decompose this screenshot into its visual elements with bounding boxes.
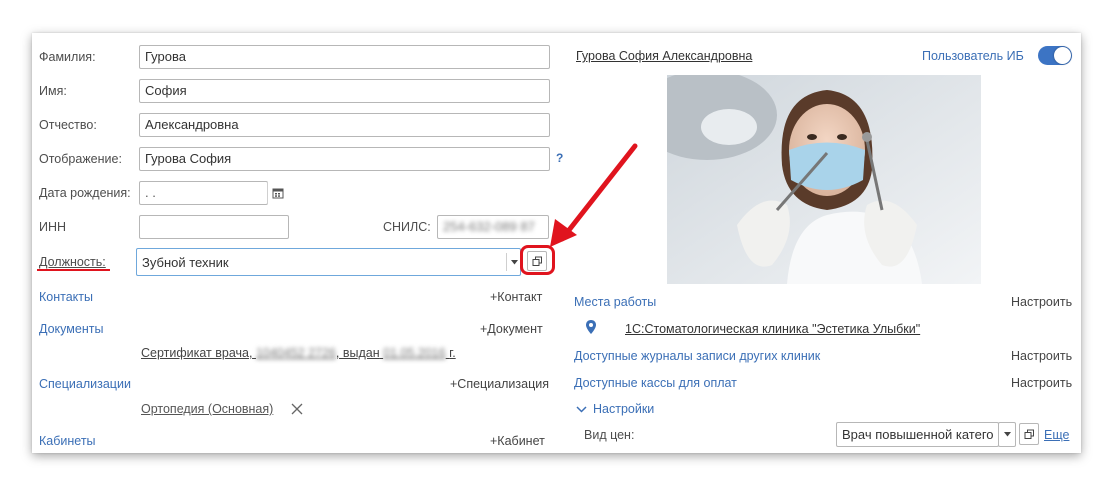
employee-photo (667, 75, 981, 284)
surname-label: Фамилия: (39, 50, 96, 64)
cabinets-section-link[interactable]: Кабинеты (39, 434, 96, 448)
clinic-link[interactable]: 1С:Стоматологическая клиника "Эстетика У… (625, 322, 920, 336)
document-issued-text: , выдан (335, 346, 380, 360)
price-type-dropdown-button[interactable] (998, 422, 1016, 447)
inn-field[interactable] (139, 215, 289, 239)
calendar-icon (272, 188, 283, 199)
open-price-type-button[interactable] (1019, 423, 1039, 445)
name-field[interactable]: София (139, 79, 550, 103)
annotation-arrow-icon (550, 143, 638, 247)
snils-label: СНИЛС: (383, 220, 431, 234)
position-field[interactable]: Зубной техник (136, 248, 521, 276)
birth-date-field[interactable]: . . (139, 181, 268, 205)
employee-form-panel: Фамилия: Гурова Имя: София Отчество: Але… (32, 33, 1081, 453)
ib-user-toggle[interactable] (1038, 46, 1072, 65)
cashboxes-section-link[interactable]: Доступные кассы для оплат (574, 376, 737, 390)
workplaces-configure-button[interactable]: Настроить (1011, 295, 1072, 309)
journals-configure-button[interactable]: Настроить (1011, 349, 1072, 363)
position-label[interactable]: Должность: (39, 255, 106, 269)
add-cabinet-button[interactable]: +Кабинет (490, 434, 545, 448)
surname-field[interactable]: Гурова (139, 45, 550, 69)
display-name-field[interactable]: Гурова София (139, 147, 550, 171)
add-specialization-button[interactable]: +Специализация (450, 377, 549, 391)
chevron-down-icon (576, 405, 587, 413)
workplaces-section-link[interactable]: Места работы (574, 295, 656, 309)
patronymic-field[interactable]: Александровна (139, 113, 550, 137)
employee-full-name-link[interactable]: Гурова София Александровна (576, 49, 752, 63)
snils-value: 254-632-089 87 (443, 219, 535, 234)
documents-section-link[interactable]: Документы (39, 322, 103, 336)
document-date: 01.05.2016 (383, 346, 446, 360)
cashboxes-configure-button[interactable]: Настроить (1011, 376, 1072, 390)
birth-date-label: Дата рождения: (39, 186, 131, 200)
ib-user-label[interactable]: Пользователь ИБ (922, 49, 1024, 63)
inn-label: ИНН (39, 220, 67, 234)
birth-date-value: . . (145, 185, 156, 200)
journals-section-link[interactable]: Доступные журналы записи других клиник (574, 349, 820, 363)
more-link[interactable]: Еще (1044, 428, 1069, 442)
chevron-down-icon (1003, 432, 1011, 437)
document-number: 1040452 2726 (255, 346, 336, 360)
patronymic-label: Отчество: (39, 118, 97, 132)
document-year-suffix: г. (449, 346, 456, 360)
open-window-icon (1024, 429, 1034, 439)
display-name-label: Отображение: (39, 152, 122, 166)
price-type-field[interactable]: Врач повышенной катего (836, 422, 999, 447)
document-item-link[interactable]: Сертификат врача, 1040452 2726, выдан 01… (141, 346, 456, 360)
chevron-down-icon (510, 259, 518, 264)
settings-label: Настройки (593, 402, 655, 416)
add-document-button[interactable]: +Документ (480, 322, 543, 336)
price-type-label: Вид цен: (584, 428, 635, 442)
specializations-section-link[interactable]: Специализации (39, 377, 131, 391)
specialization-item-link[interactable]: Ортопедия (Основная) (141, 402, 273, 416)
annotation-underline (37, 269, 110, 271)
calendar-button[interactable] (267, 182, 287, 204)
snils-field[interactable]: 254-632-089 87 (437, 215, 549, 239)
document-type: Сертификат врача, (141, 346, 253, 360)
position-dropdown-button[interactable] (506, 253, 521, 271)
close-icon[interactable] (291, 403, 303, 415)
name-label: Имя: (39, 84, 67, 98)
settings-toggle[interactable]: Настройки (576, 402, 654, 416)
add-contact-button[interactable]: +Контакт (490, 290, 542, 304)
contacts-section-link[interactable]: Контакты (39, 290, 93, 304)
map-pin-icon (586, 320, 596, 334)
toggle-knob (1054, 47, 1071, 64)
